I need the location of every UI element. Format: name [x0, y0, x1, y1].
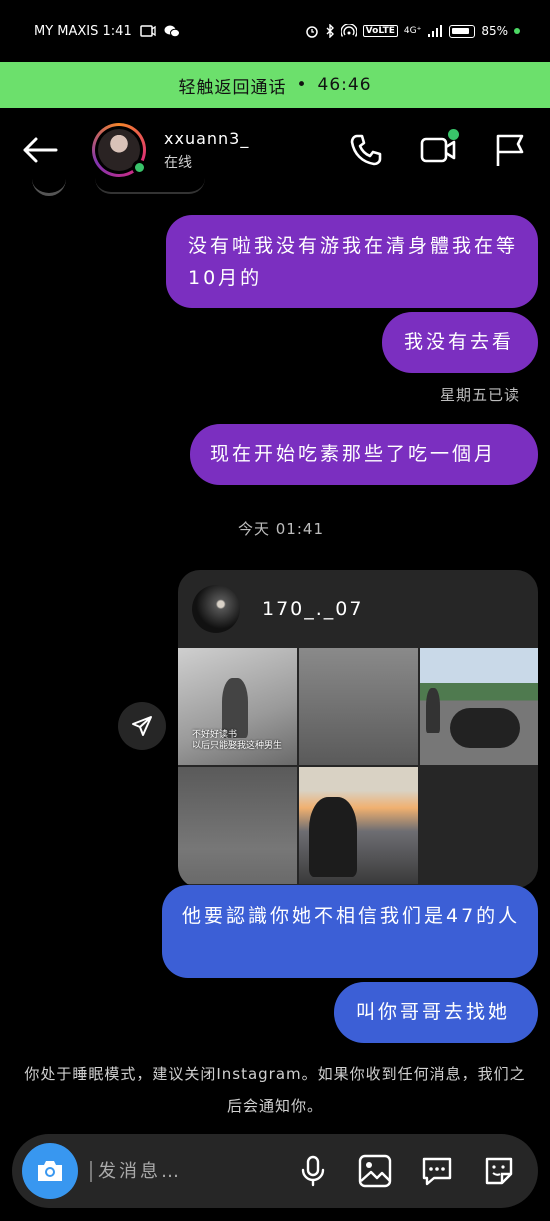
previous-message-fragment: [95, 178, 205, 194]
message-text: 现在开始吃素那些了吃一個月: [210, 443, 497, 465]
post-thumbnail[interactable]: [178, 767, 297, 884]
image-icon: [358, 1154, 392, 1188]
screen-cast-icon: [139, 25, 156, 37]
volte-badge: VoLTE: [362, 25, 398, 37]
message-composer: [12, 1134, 538, 1208]
person-silhouette: [222, 678, 248, 738]
post-thumbnail[interactable]: 不好好读书 以后只能娶我这种男生: [178, 648, 297, 765]
post-thumbnail[interactable]: [299, 648, 418, 765]
bluetooth-icon: [326, 24, 334, 38]
notification-dot: [514, 28, 520, 34]
sticker-icon: [485, 1157, 513, 1185]
read-receipt: 星期五已读: [439, 386, 520, 404]
battery-level: 85%: [481, 24, 508, 38]
message-bubble[interactable]: 现在开始吃素那些了吃一個月: [190, 424, 538, 485]
forward-button[interactable]: [118, 702, 166, 750]
flag-icon: [496, 134, 524, 166]
gallery-button[interactable]: [358, 1154, 392, 1188]
post-thumbnail[interactable]: [420, 648, 538, 765]
shared-post-card[interactable]: 170_._07 不好好读书 以后只能娶我这种男生: [178, 570, 538, 888]
shared-post-avatar: [192, 585, 240, 633]
call-duration: 46:46: [317, 75, 372, 95]
battery-icon: [449, 24, 476, 38]
camera-button[interactable]: [22, 1143, 78, 1199]
post-thumbnail[interactable]: [299, 767, 418, 884]
message-bubble[interactable]: 没有啦我没有游我在清身體我在等10月的: [166, 215, 538, 308]
message-text: 我没有去看: [404, 331, 515, 353]
video-call-button[interactable]: [420, 129, 459, 168]
sleep-mode-notice: 你处于睡眠模式，建议关闭Instagram。如果你收到任何消息，我们之后会通知你…: [24, 1065, 526, 1115]
contact-status: 在线: [164, 154, 192, 171]
shared-post-username: 170_._07: [262, 598, 364, 620]
contact-username: xxuann3_: [164, 128, 250, 148]
status-bar: MY MAXIS 1:41 VoLTE 4G⁺ 85%: [0, 0, 550, 62]
report-button[interactable]: [492, 132, 528, 168]
message-text: 叫你哥哥去找她: [356, 1001, 511, 1023]
call-banner-separator: •: [296, 75, 308, 95]
microphone-icon: [301, 1155, 325, 1187]
voice-message-button[interactable]: [296, 1154, 330, 1188]
signal-icon: [428, 25, 443, 37]
phone-icon: [350, 134, 382, 166]
post-overlay-caption: 不好好读书 以后只能娶我这种男生: [192, 730, 283, 751]
previous-avatar-fragment: [32, 176, 66, 196]
alarm-icon: [305, 26, 318, 38]
return-to-call-banner[interactable]: 轻触返回通话 • 46:46: [0, 62, 550, 108]
message-bubble[interactable]: 叫你哥哥去找她: [334, 982, 538, 1043]
shared-post-grid: 不好好读书 以后只能娶我这种男生: [178, 648, 538, 884]
person-silhouette: [309, 797, 357, 877]
sticker-button[interactable]: [482, 1154, 516, 1188]
post-thumbnail-empty: [420, 767, 538, 884]
active-call-dot: [448, 129, 459, 140]
avatar[interactable]: [92, 123, 147, 177]
chat-bubble-icon: [422, 1157, 452, 1186]
voice-call-button[interactable]: [348, 132, 384, 168]
gif-button[interactable]: [420, 1154, 454, 1188]
hotspot-icon: [340, 24, 357, 37]
timestamp: 今天 01:41: [238, 520, 324, 538]
person-silhouette: [426, 688, 440, 733]
call-banner-label: 轻触返回通话: [178, 77, 287, 98]
wechat-icon: [164, 25, 180, 38]
shared-post-header[interactable]: 170_._07: [178, 570, 538, 648]
message-bubble[interactable]: 我没有去看: [382, 312, 538, 373]
message-bubble[interactable]: 他要認識你她不相信我们是47的人: [162, 885, 538, 978]
message-text: 他要認識你她不相信我们是47的人: [182, 905, 521, 927]
arrow-left-icon: [23, 137, 58, 163]
motorbike-silhouette: [450, 708, 520, 748]
contact-info[interactable]: xxuann3_ 在线: [164, 129, 249, 172]
online-indicator: [132, 160, 147, 175]
chat-header: xxuann3_ 在线: [0, 108, 550, 192]
camera-icon: [38, 1161, 62, 1181]
message-input[interactable]: [90, 1160, 270, 1182]
network-type: 4G⁺: [403, 26, 422, 36]
carrier-time: MY MAXIS 1:41: [34, 23, 132, 39]
back-button[interactable]: [22, 130, 62, 170]
send-icon: [132, 716, 152, 736]
message-text: 没有啦我没有游我在清身體我在等10月的: [188, 235, 519, 289]
